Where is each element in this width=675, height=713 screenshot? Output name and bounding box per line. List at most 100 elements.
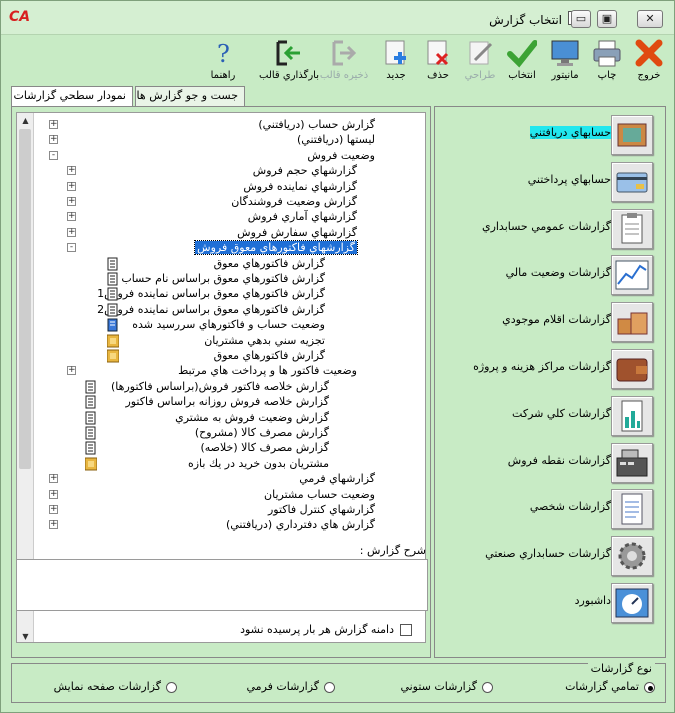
title-bar: CA انتخاب گزارش ▭ ▣ ✕	[1, 1, 674, 35]
gear-icon[interactable]	[611, 536, 653, 577]
expand-icon[interactable]: +	[67, 197, 76, 206]
tree-node[interactable]: وضعيت فاكتور ها و پرداخت هاي مرتبط	[178, 363, 357, 378]
tree-node[interactable]: گزارش فاكتورهاي معوق	[214, 256, 325, 271]
tree-node[interactable]: گزارشهاي حجم فروش	[253, 163, 357, 178]
expand-icon[interactable]: +	[67, 212, 76, 222]
category-bar-chart[interactable]: گزارشات كلي شركت	[435, 392, 665, 438]
scroll-up-icon[interactable]: ▲	[18, 113, 33, 128]
category-boxes[interactable]: گزارشات اقلام موجودي	[435, 298, 665, 344]
bar-chart-icon[interactable]	[611, 395, 653, 436]
tree-node[interactable]: وضعيت فروش	[307, 148, 375, 163]
category-clipboard[interactable]: گزارشات عمومي حسابداري	[435, 205, 665, 251]
category-document[interactable]: گزارشات شخصي	[435, 485, 665, 531]
wallet-icon[interactable]	[611, 349, 653, 389]
tree-node-label: گزارش هاي دفترداري (دريافتني)	[225, 518, 375, 532]
category-gear[interactable]: گزارشات حسابداري صنعتي	[435, 532, 665, 578]
tree-node[interactable]: گزارش مصرف كالا (مشروح)	[195, 425, 329, 440]
collapse-icon[interactable]: -	[49, 150, 58, 160]
select-button[interactable]: انتخاب	[501, 35, 543, 87]
tree-node[interactable]: گزارشهاي كنترل فاكتور	[268, 502, 375, 517]
tree-node[interactable]: گزارش خلاصه فاكتور فروش(براساس فاكتورها)	[111, 379, 329, 394]
category-line-chart[interactable]: گزارشات وضعيت مالي	[435, 251, 665, 297]
tree-node[interactable]: ليستها (دريافتني)	[297, 132, 375, 147]
expand-icon[interactable]: +	[49, 489, 58, 499]
tree-node-label: گزارشهاي نماينده فروش	[243, 179, 357, 193]
tree-node[interactable]: تجزيه سني بدهي مشتريان	[204, 333, 325, 348]
category-cash-register[interactable]: حسابهاي دريافتني	[435, 111, 665, 157]
category-credit-card[interactable]: حسابهاي پرداختني	[435, 158, 665, 204]
clipboard-icon[interactable]	[611, 208, 653, 249]
description-textarea[interactable]	[16, 559, 428, 611]
tree-node[interactable]: گزارش خلاصه فروش روزانه براساس فاكتور	[125, 394, 329, 409]
exit-button[interactable]: خروج	[628, 35, 670, 87]
credit-card-icon[interactable]	[611, 161, 653, 202]
tree-node[interactable]: گزارش حساب (دريافتني)	[258, 117, 375, 132]
tree-node[interactable]: گزارش مصرف كالا (خلاصه)	[200, 440, 329, 455]
print-button[interactable]: چاپ	[586, 35, 628, 87]
report-doc-icon	[107, 287, 119, 301]
tree-node[interactable]: گزارش فاكتورهاي معوق	[214, 348, 325, 363]
expand-icon[interactable]: +	[67, 366, 76, 376]
monitor-button[interactable]: مانيتور	[544, 35, 586, 87]
restore-button[interactable]: ▣	[597, 10, 617, 28]
radio-column-reports[interactable]: گزارشات ستوني	[400, 680, 493, 693]
tree-node[interactable]: گزارشهاي نماينده فروش	[243, 179, 357, 194]
tree-node-label: گزارشهاي آماري فروش	[247, 210, 357, 224]
expand-icon[interactable]: +	[67, 166, 76, 176]
tree-node[interactable]: وضعيت حساب و فاكتورهاي سررسيد شده	[132, 317, 325, 332]
tree-node[interactable]: گزارش وضعيت فروشندگان	[231, 194, 357, 209]
tree-node[interactable]: گزارش وضعيت فروش به مشتري	[175, 410, 329, 425]
new-button[interactable]: جديد	[375, 35, 417, 87]
radio-form-reports[interactable]: گزارشات فرمي	[247, 680, 335, 693]
cash-register-icon[interactable]	[611, 115, 653, 155]
tree-node[interactable]: وضعيت حساب مشتريان	[264, 487, 375, 502]
tree-node[interactable]: گزارش فاكتورهاي معوق براساس نماينده فروش…	[97, 302, 325, 317]
close-button[interactable]: ✕	[637, 10, 663, 28]
folder-icon	[84, 457, 98, 471]
expand-icon[interactable]: +	[49, 135, 58, 145]
tree-node[interactable]: گزارش فاكتورهاي معوق براساس نام حساب	[121, 271, 325, 286]
expand-icon[interactable]: +	[49, 505, 58, 514]
tree-node[interactable]: گزارشهاي آماري فروش	[248, 209, 357, 224]
radio-indicator[interactable]	[324, 681, 335, 693]
expand-icon[interactable]: +	[49, 520, 58, 530]
expand-icon[interactable]: +	[49, 474, 58, 484]
checkbox-box[interactable]	[400, 624, 412, 636]
scroll-down-icon[interactable]: ▼	[18, 629, 33, 642]
radio-screen-reports[interactable]: گزارشات صفحه نمايش	[54, 680, 177, 693]
expand-icon[interactable]: +	[49, 120, 58, 129]
tree-node[interactable]: گزارشهاي فرمي	[299, 471, 375, 486]
design-button[interactable]: طراحي	[459, 35, 501, 87]
help-button[interactable]: ? راهنما	[201, 35, 245, 87]
expand-icon[interactable]: +	[67, 181, 76, 191]
tree-node[interactable]: گزارش هاي دفترداري (دريافتني)	[226, 517, 375, 532]
delete-button[interactable]: حذف	[417, 35, 459, 87]
expand-icon[interactable]: +	[67, 227, 76, 237]
category-pos-terminal[interactable]: گزارشات نقطه فروش	[435, 439, 665, 485]
ask-range-checkbox[interactable]: دامنه گزارش هر بار پرسيده نشود	[240, 623, 412, 636]
radio-indicator[interactable]	[644, 681, 655, 693]
load-template-button[interactable]: بارگذاري قالب	[259, 35, 319, 87]
tab-search-reports[interactable]: جست و جو گزارش ها	[135, 86, 245, 106]
minimize-button[interactable]: ▭	[571, 10, 591, 28]
tree-node[interactable]: گزارشهاي فاكتورهاي معوق فروش	[194, 240, 358, 256]
dashboard-icon[interactable]	[611, 583, 653, 623]
category-dashboard[interactable]: داشبورد	[435, 579, 665, 625]
save-template-button[interactable]: ذخيره قالب	[315, 35, 373, 87]
line-chart-icon[interactable]	[611, 255, 653, 296]
pos-terminal-icon[interactable]	[611, 442, 653, 483]
tab-tree-view[interactable]: نمودار سطحي گزارشات	[11, 86, 133, 107]
tree-node[interactable]: مشتريان بدون خريد در يك بازه	[188, 456, 329, 471]
boxes-icon[interactable]	[611, 302, 653, 343]
tree-node[interactable]: گزارشهاي سفارش فروش	[237, 225, 357, 240]
radio-indicator[interactable]	[166, 681, 177, 693]
report-doc-icon	[85, 395, 97, 409]
document-icon[interactable]	[611, 489, 653, 530]
tree-node-label: گزارش حساب (دريافتني)	[258, 118, 375, 131]
category-wallet[interactable]: گزارشات مراكز هزينه و پروژه	[435, 345, 665, 391]
scroll-thumb[interactable]	[19, 129, 31, 469]
collapse-icon[interactable]: -	[67, 243, 76, 253]
radio-indicator[interactable]	[482, 681, 493, 693]
tree-node[interactable]: گزارش فاكتورهاي معوق براساس نماينده فروش…	[97, 286, 325, 301]
radio-all-reports[interactable]: تمامي گزارشات	[565, 680, 655, 693]
